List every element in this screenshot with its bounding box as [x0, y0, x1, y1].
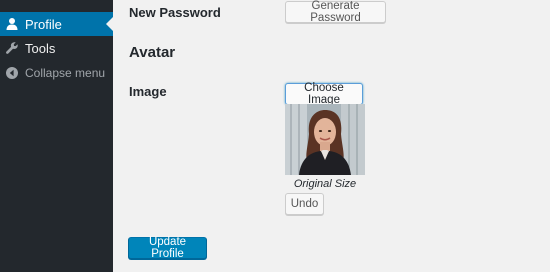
sidebar-item-label: Profile	[25, 16, 62, 32]
image-label: Image	[129, 84, 167, 99]
collapse-arrow-icon	[5, 66, 19, 80]
admin-sidebar: Profile Tools Collapse menu	[0, 0, 113, 272]
avatar-image	[285, 104, 365, 175]
sidebar-item-tools[interactable]: Tools	[0, 36, 113, 60]
avatar-caption: Original Size	[293, 178, 357, 190]
choose-image-button[interactable]: Choose Image	[285, 82, 363, 106]
collapse-menu-button[interactable]: Collapse menu	[0, 61, 113, 85]
undo-button[interactable]: Undo	[285, 193, 324, 215]
new-password-label: New Password	[129, 5, 221, 20]
generate-password-button[interactable]: Generate Password	[285, 0, 386, 24]
avatar-section-title: Avatar	[129, 44, 176, 61]
user-icon	[5, 17, 19, 31]
sidebar-item-label: Collapse menu	[25, 66, 106, 80]
update-profile-button[interactable]: Update Profile	[128, 236, 207, 260]
sidebar-item-profile[interactable]: Profile	[0, 12, 113, 36]
wrench-icon	[5, 41, 19, 55]
sidebar-item-label: Tools	[25, 40, 56, 56]
portrait-photo	[285, 104, 365, 175]
